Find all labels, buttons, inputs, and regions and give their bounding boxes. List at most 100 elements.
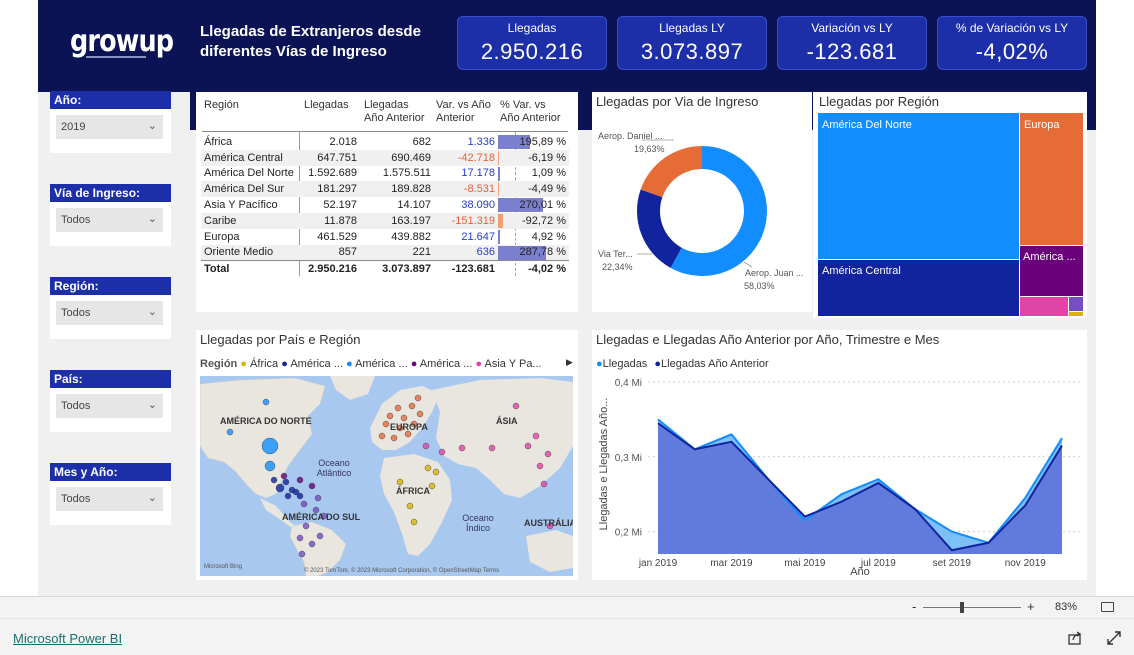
map-bubble[interactable]: [226, 428, 234, 436]
map-bubble[interactable]: [544, 450, 552, 458]
table-row[interactable]: África 2.018 682 1.336 195,89 %: [201, 134, 569, 150]
map-bubble[interactable]: [416, 410, 424, 418]
map-bubble[interactable]: [536, 462, 544, 470]
map-bubble[interactable]: [296, 476, 304, 484]
map-bubble[interactable]: [540, 480, 548, 488]
col-header-pct-var[interactable]: % Var. vs Año Anterior: [500, 99, 566, 125]
total-cell: -123.681: [434, 259, 498, 277]
powerbi-link[interactable]: Microsoft Power BI: [13, 631, 122, 646]
slicer-mes-label: Mes y Año:: [50, 463, 171, 481]
line-chart[interactable]: 0,2 Mi 0,3 Mi 0,4 Mi jan 2019 mar 2019 mai 2…: [592, 330, 1087, 580]
map-bubble[interactable]: [396, 478, 404, 486]
kpi-card-llegadas[interactable]: Llegadas 2.950.216: [457, 16, 607, 70]
map-bubble[interactable]: [275, 483, 285, 493]
map-bubble[interactable]: [264, 460, 276, 472]
map-bubble[interactable]: [386, 412, 394, 420]
table-row[interactable]: Caribe 11.878 163.197 -151.319 -92,72 %: [201, 212, 569, 229]
map-bubble[interactable]: [262, 398, 270, 406]
table-row[interactable]: Asia Y Pacífico 52.197 14.107 38.090 270,01 …: [201, 197, 569, 213]
legend-next-arrow-icon[interactable]: ▶: [566, 357, 573, 368]
map-bubble[interactable]: [282, 478, 290, 486]
col-header-region[interactable]: Región: [204, 99, 239, 112]
map-bubble[interactable]: [424, 464, 432, 472]
map-bubble[interactable]: [414, 394, 422, 402]
treemap-tile-asia[interactable]: [1020, 297, 1068, 316]
col-header-llegadas[interactable]: Llegadas: [304, 99, 349, 112]
map-legend-item[interactable]: América ...: [420, 358, 473, 370]
map-bubble[interactable]: [400, 414, 408, 422]
zoom-slider-thumb[interactable]: [960, 602, 964, 613]
map-bubble[interactable]: [422, 442, 430, 450]
map-legend-item[interactable]: Asia Y Pa...: [485, 358, 542, 370]
map-legend-item[interactable]: América ...: [355, 358, 408, 370]
map-bubble[interactable]: [314, 494, 322, 502]
map-bubble[interactable]: [382, 420, 390, 428]
cell-llegadas-ly: 682: [412, 135, 431, 148]
map-bubble[interactable]: [296, 534, 304, 542]
donut-slice[interactable]: [637, 189, 682, 268]
map-bubble[interactable]: [432, 468, 440, 476]
slicer-pais-dropdown[interactable]: Todos ⌄: [56, 394, 163, 418]
map-bubble[interactable]: [410, 518, 418, 526]
kpi-card-llegadas-ly[interactable]: Llegadas LY 3.073.897: [617, 16, 767, 70]
slicer-region-label: Región:: [50, 277, 171, 295]
kpi-label: Variación vs LY: [811, 21, 893, 35]
treemap-tile-africa[interactable]: [1069, 312, 1083, 316]
slicer-via: Todos ⌄: [50, 202, 171, 246]
map-bubble[interactable]: [378, 432, 386, 440]
treemap-tile-america-sur[interactable]: América ...: [1020, 246, 1083, 296]
table-row[interactable]: Oriente Medio 857 221 636 287,78 %: [201, 244, 569, 261]
table-row[interactable]: Europa 461.529 439.882 21.647 4,92 %: [201, 229, 569, 245]
treemap-tile-europa[interactable]: Europa: [1020, 113, 1083, 245]
treemap-tile-oriente-medio[interactable]: [1069, 297, 1083, 311]
map-legend-item[interactable]: América ...: [290, 358, 343, 370]
table-row[interactable]: América Del Sur 181.297 189.828 -8.531 -4,49…: [201, 181, 569, 198]
table-row[interactable]: América Del Norte 1.592.689 1.575.511 17.17…: [201, 166, 569, 182]
kpi-card-pct-variacion[interactable]: % de Variación vs LY -4,02%: [937, 16, 1087, 70]
treemap-tile-america-norte[interactable]: América Del Norte: [818, 113, 1019, 259]
footer-bar: Microsoft Power BI: [0, 618, 1134, 655]
map-bubble[interactable]: [406, 502, 414, 510]
map-bubble[interactable]: [512, 402, 520, 410]
map-visual[interactable]: AMÉRICA DO NORTE EUROPA ÁSIA Oceano Atlân…: [200, 376, 573, 576]
col-header-var[interactable]: Var. vs Año Anterior: [436, 99, 498, 125]
map-bubble[interactable]: [270, 476, 278, 484]
slicer-via-dropdown[interactable]: Todos ⌄: [56, 208, 163, 232]
share-icon[interactable]: [1067, 630, 1083, 646]
map-legend-item[interactable]: África: [250, 358, 278, 370]
slicer-region-dropdown[interactable]: Todos ⌄: [56, 301, 163, 325]
map-bubble[interactable]: [458, 444, 466, 452]
map-bubble[interactable]: [302, 522, 310, 530]
cell-var: 1.336: [467, 135, 495, 148]
map-bubble[interactable]: [488, 444, 496, 452]
fit-to-page-icon[interactable]: [1101, 602, 1114, 612]
map-bubble[interactable]: [284, 492, 292, 500]
map-bubble[interactable]: [296, 492, 304, 500]
map-bubble[interactable]: [308, 482, 316, 490]
map-bubble[interactable]: [408, 402, 416, 410]
donut-label-daniel: Aerop. Daniel ...: [598, 131, 663, 141]
map-bubble[interactable]: [438, 448, 446, 456]
pct-bar: [498, 229, 500, 244]
map-bubble[interactable]: [394, 404, 402, 412]
zoom-out-button[interactable]: -: [912, 599, 916, 614]
map-bubble[interactable]: [280, 472, 288, 480]
treemap-tile-america-central[interactable]: América Central: [818, 260, 1019, 316]
map-bubble[interactable]: [390, 434, 398, 442]
map-bubble[interactable]: [261, 437, 279, 455]
kpi-label: % de Variación vs LY: [955, 21, 1069, 35]
map-bubble[interactable]: [298, 550, 306, 558]
slicer-mes-dropdown[interactable]: Todos ⌄: [56, 487, 163, 511]
map-bubble[interactable]: [308, 540, 316, 548]
map-bubble[interactable]: [532, 432, 540, 440]
col-header-llegadas-ly[interactable]: Llegadas Año Anterior: [364, 99, 430, 125]
zoom-slider-track[interactable]: [923, 607, 1021, 608]
map-bubble[interactable]: [300, 500, 308, 508]
fullscreen-icon[interactable]: [1106, 630, 1122, 646]
slicer-ano-dropdown[interactable]: 2019 ⌄: [56, 115, 163, 139]
kpi-card-variacion[interactable]: Variación vs LY -123.681: [777, 16, 927, 70]
map-bubble[interactable]: [316, 532, 324, 540]
table-row[interactable]: América Central 647.751 690.469 -42.718 -6,1…: [201, 149, 569, 166]
zoom-in-button[interactable]: +: [1027, 599, 1035, 614]
map-bubble[interactable]: [524, 442, 532, 450]
